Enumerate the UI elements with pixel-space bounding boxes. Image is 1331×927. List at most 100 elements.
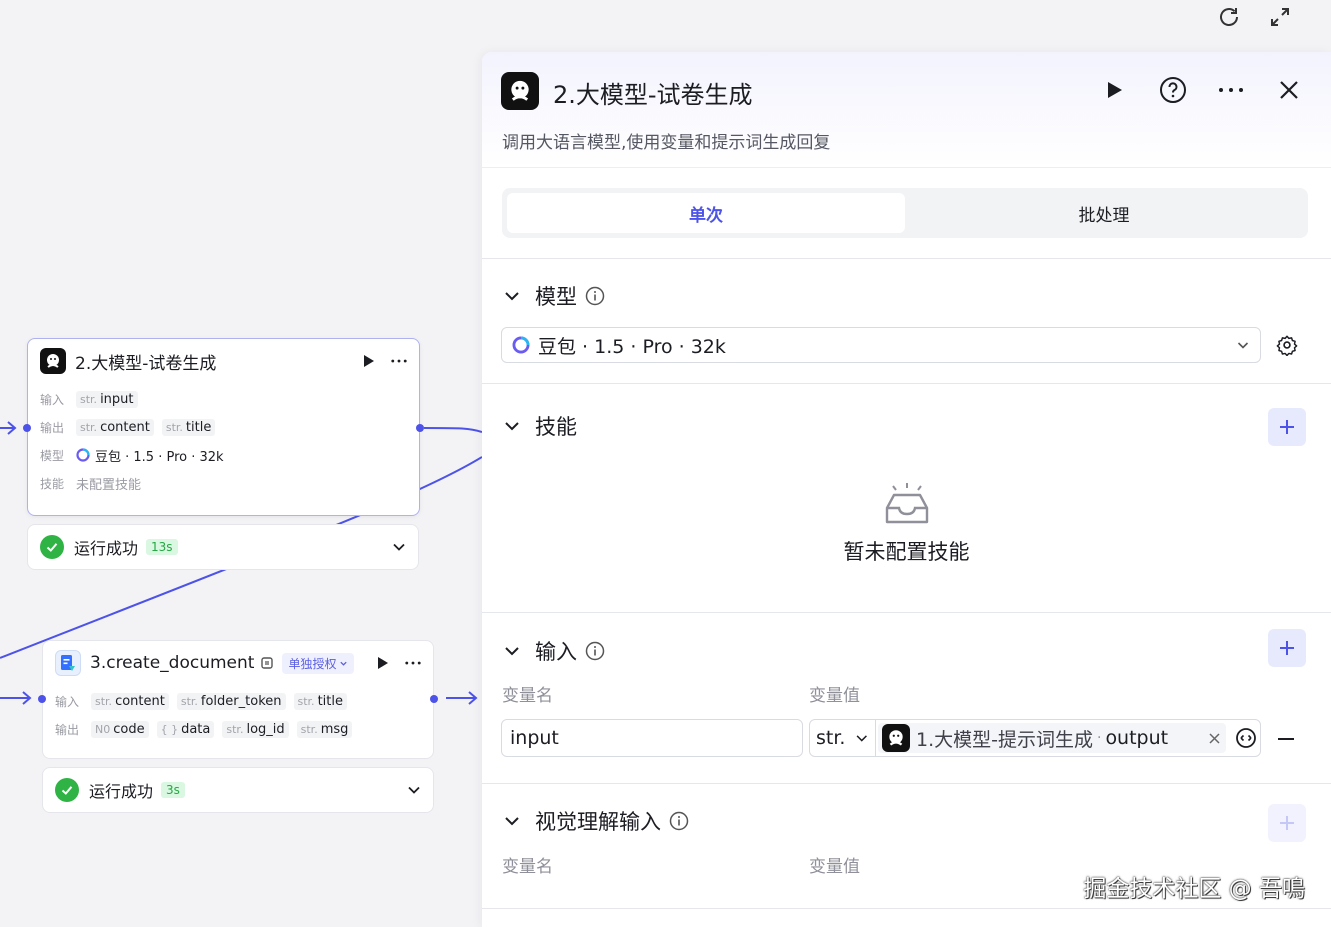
run-node-button[interactable] (361, 353, 377, 369)
node-config-panel: 2.大模型-试卷生成 调用大语言模型,使用变量和提示词生成回复 单次 批处理 模… (482, 52, 1331, 927)
panel-header: 2.大模型-试卷生成 调用大语言模型,使用变量和提示词生成回复 (482, 52, 1331, 168)
input-port[interactable] (38, 695, 46, 703)
variable-reference-tag[interactable]: 1.大模型-提示词生成 · output (878, 723, 1227, 753)
section-model-header[interactable]: 模型 (502, 281, 605, 311)
divider (482, 908, 1331, 909)
edge-in-node1-arrow (7, 421, 17, 435)
more-icon[interactable] (1217, 76, 1245, 104)
section-skills-header[interactable]: 技能 (502, 411, 577, 441)
section-title: 视觉理解输入 (535, 810, 661, 834)
canvas-toolbar (1211, 0, 1331, 40)
model-name: 豆包 · 1.5 · Pro · 32k (95, 449, 224, 465)
param-chip: str. content (76, 418, 154, 436)
chevron-down-icon[interactable] (502, 811, 522, 831)
add-skill-button[interactable] (1268, 408, 1306, 446)
close-icon[interactable] (1275, 76, 1303, 104)
chevron-down-icon[interactable] (502, 286, 522, 306)
chevron-down-icon (340, 661, 348, 666)
run-status[interactable]: 运行成功 3s (42, 767, 434, 813)
add-input-button[interactable] (1268, 629, 1306, 667)
chevron-down-icon[interactable] (502, 416, 522, 436)
node-inputs-row: 输入 str. content str. folder_token str. titl… (55, 687, 421, 715)
section-title: 技能 (535, 415, 577, 439)
run-node-button[interactable] (375, 655, 391, 671)
type-select[interactable]: str. (810, 720, 876, 756)
section-input-header[interactable]: 输入 (502, 636, 605, 666)
expand-icon[interactable] (1267, 4, 1293, 30)
doubao-logo-icon (76, 448, 90, 462)
row-label: 模型 (40, 448, 65, 463)
tab-single[interactable]: 单次 (507, 193, 905, 233)
add-vision-input-button[interactable] (1268, 804, 1306, 842)
info-icon[interactable] (669, 811, 689, 831)
model-select[interactable]: 豆包 · 1.5 · Pro · 32k (501, 327, 1261, 363)
node-llm-exam[interactable]: 2.大模型-试卷生成 输入 str. input 输出 str. content s… (23, 338, 424, 516)
skills-empty-state: 暂未配置技能 (482, 482, 1331, 566)
status-time-badge: 3s (161, 782, 185, 798)
column-label-name: 变量名 (502, 686, 553, 706)
param-chip: str. content (91, 692, 169, 710)
skills-value: 未配置技能 (76, 477, 142, 493)
help-icon[interactable] (1159, 76, 1187, 104)
node-outputs-row: 输出 N0 code { } data str. log_id str. msg (55, 715, 421, 743)
node-header: 2.大模型-试卷生成 (28, 339, 419, 383)
variable-name-input[interactable]: input (501, 719, 803, 757)
more-icon[interactable] (405, 655, 421, 671)
llm-node-icon (501, 72, 539, 110)
document-plugin-icon (55, 650, 81, 676)
param-chip: { } data (156, 720, 215, 738)
model-name: 豆包 · 1.5 · Pro · 32k (538, 335, 726, 358)
edge-in-node3-arrow (22, 691, 32, 705)
watermark: 掘金技术社区 @ 吾鳴 (1083, 876, 1305, 902)
info-icon[interactable] (585, 641, 605, 661)
column-label-value: 变量值 (809, 686, 860, 706)
panel-title[interactable]: 2.大模型-试卷生成 (553, 75, 753, 110)
edge-node1-to-panel (423, 427, 482, 433)
reference-node-name: 1.大模型-提示词生成 (916, 728, 1093, 751)
auth-badge[interactable]: 单独授权 (282, 652, 355, 674)
section-title: 输入 (535, 640, 577, 664)
status-time-badge: 13s (146, 539, 178, 555)
output-port[interactable] (430, 695, 438, 703)
success-check-icon (40, 535, 64, 559)
empty-text: 暂未配置技能 (843, 540, 970, 564)
row-label: 输入 (40, 392, 65, 407)
node-header: 3.create_document 单独授权 (43, 641, 433, 685)
output-port[interactable] (416, 424, 424, 432)
run-button[interactable] (1101, 76, 1129, 104)
node-create-document[interactable]: 3.create_document 单独授权 输入 str. content st… (38, 640, 438, 759)
gear-icon[interactable] (1275, 333, 1299, 357)
chevron-down-icon[interactable] (502, 641, 522, 661)
more-icon[interactable] (391, 353, 407, 369)
row-label: 输入 (55, 694, 80, 709)
node-title: 2.大模型-试卷生成 (75, 353, 217, 374)
section-vision-header[interactable]: 视觉理解输入 (502, 806, 689, 836)
remove-input-button[interactable] (1275, 728, 1297, 750)
chevron-down-icon (857, 735, 868, 742)
node-inputs-row: 输入 str. input (40, 385, 407, 413)
panel-description: 调用大语言模型,使用变量和提示词生成回复 (502, 133, 831, 153)
refresh-icon[interactable] (1216, 4, 1242, 30)
run-status[interactable]: 运行成功 13s (27, 524, 419, 570)
param-chip: str. title (161, 418, 216, 436)
tab-batch[interactable]: 批处理 (905, 193, 1303, 233)
llm-node-icon (882, 724, 910, 752)
llm-node-icon (40, 348, 66, 374)
param-chip: str. title (293, 692, 347, 710)
input-port[interactable] (23, 424, 31, 432)
variable-picker-icon[interactable] (1232, 727, 1260, 749)
plugin-link-icon (261, 657, 274, 669)
column-label-value: 变量值 (809, 857, 860, 877)
info-icon[interactable] (585, 286, 605, 306)
variable-value-field: str. 1.大模型-提示词生成 · output (809, 719, 1261, 757)
param-chip: str. msg (296, 720, 353, 738)
param-chip: str. input (76, 390, 138, 408)
reference-variable: output (1105, 727, 1169, 749)
node-skills-row: 技能 未配置技能 (40, 469, 407, 497)
success-check-icon (55, 778, 79, 802)
clear-icon[interactable] (1209, 732, 1220, 744)
status-text: 运行成功 (74, 539, 139, 558)
doubao-logo-icon (512, 336, 530, 354)
chevron-down-icon[interactable] (392, 540, 406, 554)
chevron-down-icon[interactable] (407, 783, 421, 797)
